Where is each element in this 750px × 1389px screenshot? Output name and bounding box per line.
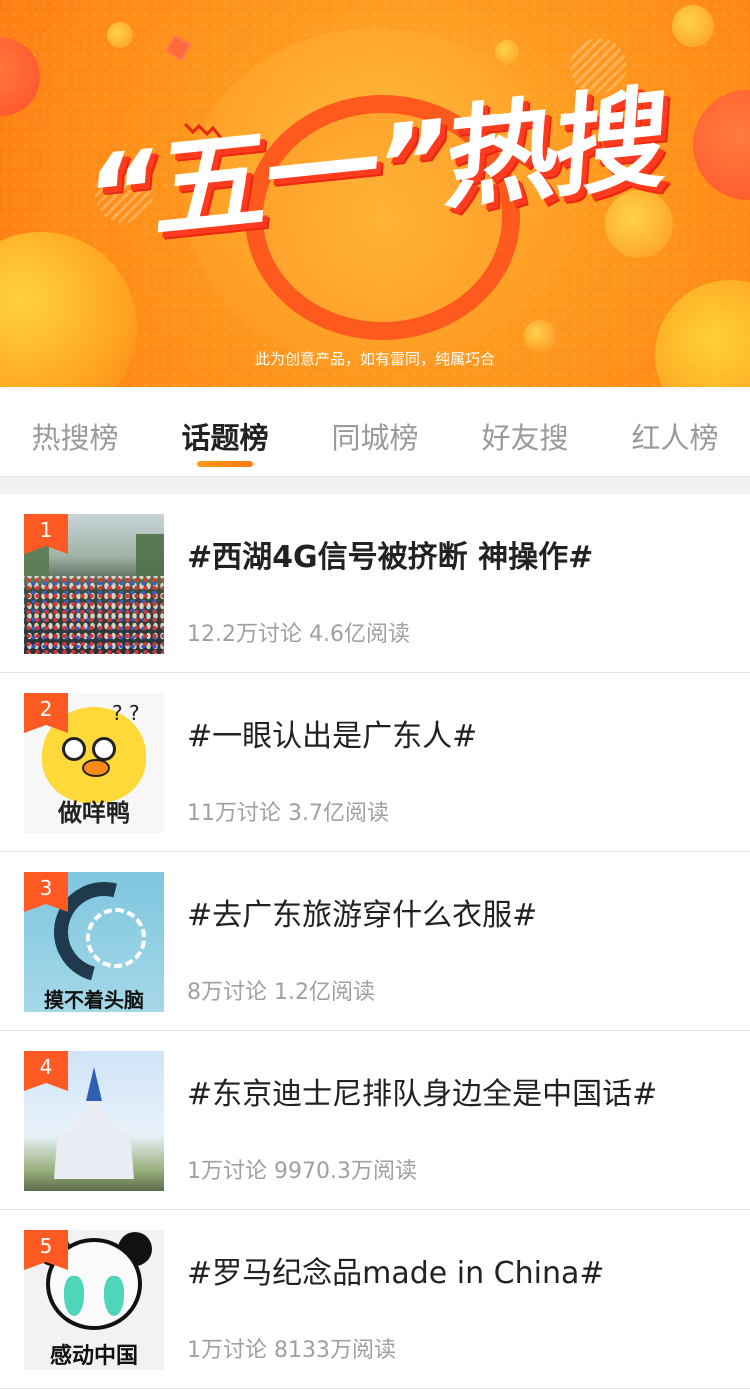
topic-stats: 1万讨论 9970.3万阅读	[187, 1159, 417, 1184]
topic-stats: 11万讨论 3.7亿阅读	[187, 801, 389, 826]
castle-spire	[86, 1067, 102, 1101]
ranking-tabs: 热搜榜 话题榜 同城榜 好友搜 红人榜	[0, 387, 750, 477]
topic-item[interactable]: 1 #西湖4G信号被挤断 神操作# 12.2万讨论 4.6亿阅读	[0, 494, 750, 673]
topic-item[interactable]: 4 #东京迪士尼排队身边全是中国话# 1万讨论 9970.3万阅读	[0, 1031, 750, 1210]
tab-influencers[interactable]: 红人榜	[600, 387, 750, 476]
sticker-beak	[82, 759, 110, 777]
castle-icon	[54, 1091, 134, 1179]
topic-title: #罗马纪念品made in China#	[187, 1256, 605, 1291]
topic-title: #东京迪士尼排队身边全是中国话#	[187, 1077, 658, 1112]
topic-title: #一眼认出是广东人#	[187, 719, 478, 754]
tab-label: 红人榜	[631, 421, 719, 455]
topic-list: 1 #西湖4G信号被挤断 神操作# 12.2万讨论 4.6亿阅读 ? ? 做咩鸭…	[0, 494, 750, 1389]
sticker-eye	[62, 737, 86, 761]
tab-hot-search[interactable]: 热搜榜	[0, 387, 150, 476]
banner: “五一”热搜 此为创意产品，如有雷同，纯属巧合	[0, 0, 750, 387]
topic-stats: 12.2万讨论 4.6亿阅读	[187, 622, 410, 647]
tear-icon	[104, 1276, 124, 1316]
thumbnail-crowd	[24, 576, 164, 654]
tab-label: 同城榜	[331, 421, 419, 455]
tab-topics[interactable]: 话题榜	[150, 387, 300, 476]
section-divider	[0, 477, 750, 494]
decor-circle	[107, 22, 133, 48]
topic-title: #去广东旅游穿什么衣服#	[187, 898, 538, 933]
decor-circle	[672, 5, 714, 47]
topic-item[interactable]: 感动中国 5 #罗马纪念品made in China# 1万讨论 8133万阅读	[0, 1210, 750, 1389]
tab-friends[interactable]: 好友搜	[450, 387, 600, 476]
tear-icon	[64, 1276, 84, 1316]
topic-item[interactable]: 摸不着头脑 3 #去广东旅游穿什么衣服# 8万讨论 1.2亿阅读	[0, 852, 750, 1031]
topic-stats: 1万讨论 8133万阅读	[187, 1338, 396, 1363]
question-marks-icon: ? ?	[112, 701, 140, 725]
tab-label: 热搜榜	[31, 421, 119, 455]
thumbnail-caption: 感动中国	[49, 1344, 138, 1369]
tab-label: 话题榜	[181, 421, 269, 455]
dashed-circle	[86, 908, 146, 968]
topic-title: #西湖4G信号被挤断 神操作#	[187, 540, 594, 575]
active-tab-indicator	[197, 461, 253, 467]
decor-circle	[495, 40, 519, 64]
topic-stats: 8万讨论 1.2亿阅读	[187, 980, 375, 1005]
topic-item[interactable]: ? ? 做咩鸭 2 #一眼认出是广东人# 11万讨论 3.7亿阅读	[0, 673, 750, 852]
sticker-eye	[92, 737, 116, 761]
thumbnail-caption: 做咩鸭	[58, 799, 130, 827]
tab-local[interactable]: 同城榜	[300, 387, 450, 476]
tab-label: 好友搜	[481, 421, 569, 455]
banner-disclaimer: 此为创意产品，如有雷同，纯属巧合	[254, 350, 495, 368]
thumbnail-caption: 摸不着头脑	[44, 988, 144, 1012]
